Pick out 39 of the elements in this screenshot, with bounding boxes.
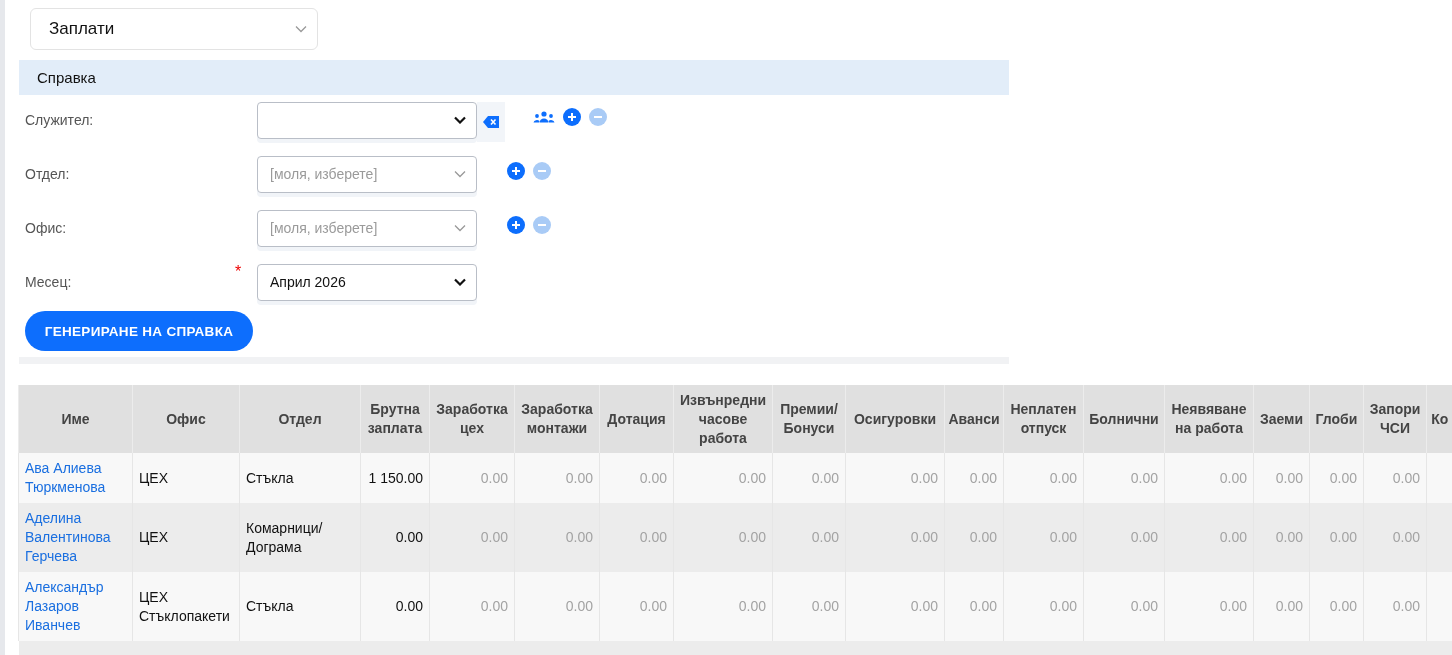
- module-select[interactable]: Заплати: [30, 8, 318, 50]
- section-header: Справка: [19, 60, 1009, 95]
- field-label: Служител:: [25, 112, 95, 128]
- chevron-down-icon: [454, 224, 466, 232]
- field-label: Отдел:: [25, 166, 71, 182]
- column-header: Име: [18, 385, 133, 453]
- column-header: Запори ЧСИ: [1363, 385, 1427, 453]
- field-label: Месец:: [25, 274, 73, 290]
- field-label: Офис:: [25, 220, 68, 236]
- column-header: Брутна заплата: [360, 385, 430, 453]
- column-header: Заеми: [1253, 385, 1310, 453]
- column-header: Неявяване на работа: [1164, 385, 1254, 453]
- column-header: Осигуровки: [845, 385, 945, 453]
- column-header: Дотация: [599, 385, 674, 453]
- employee-link[interactable]: Ава Алиева Тюркменова: [25, 459, 126, 497]
- column-header: Аванси: [944, 385, 1004, 453]
- chevron-down-icon: [454, 170, 466, 178]
- column-header: Отдел: [239, 385, 361, 453]
- clear-icon[interactable]: [477, 102, 505, 142]
- required-mark: *: [235, 263, 243, 281]
- generate-report-button[interactable]: ГЕНЕРИРАНЕ НА СПРАВКА: [25, 311, 253, 351]
- column-header: Заработка монтажи: [514, 385, 600, 453]
- employee-link[interactable]: Аделина Валентинова Герчева: [25, 509, 126, 566]
- chevron-down-icon: [454, 278, 466, 286]
- add-icon[interactable]: [507, 216, 525, 234]
- chevron-down-icon: [454, 116, 466, 124]
- column-header: Болнични: [1083, 385, 1165, 453]
- column-header: Глоби: [1309, 385, 1364, 453]
- column-header: Офис: [132, 385, 240, 453]
- column-header: Извънредни часове работа: [673, 385, 773, 453]
- employee-link[interactable]: Александър Лазаров Иванчев: [25, 578, 126, 635]
- column-header: Премии/ Бонуси: [772, 385, 846, 453]
- add-icon[interactable]: [507, 162, 525, 180]
- column-header: Заработка цех: [429, 385, 515, 453]
- chevron-down-icon: [295, 25, 307, 33]
- column-header: Неплатен отпуск: [1003, 385, 1084, 453]
- column-header: Ко: [1426, 385, 1452, 453]
- add-icon[interactable]: [563, 108, 581, 126]
- group-users-icon[interactable]: [533, 111, 555, 123]
